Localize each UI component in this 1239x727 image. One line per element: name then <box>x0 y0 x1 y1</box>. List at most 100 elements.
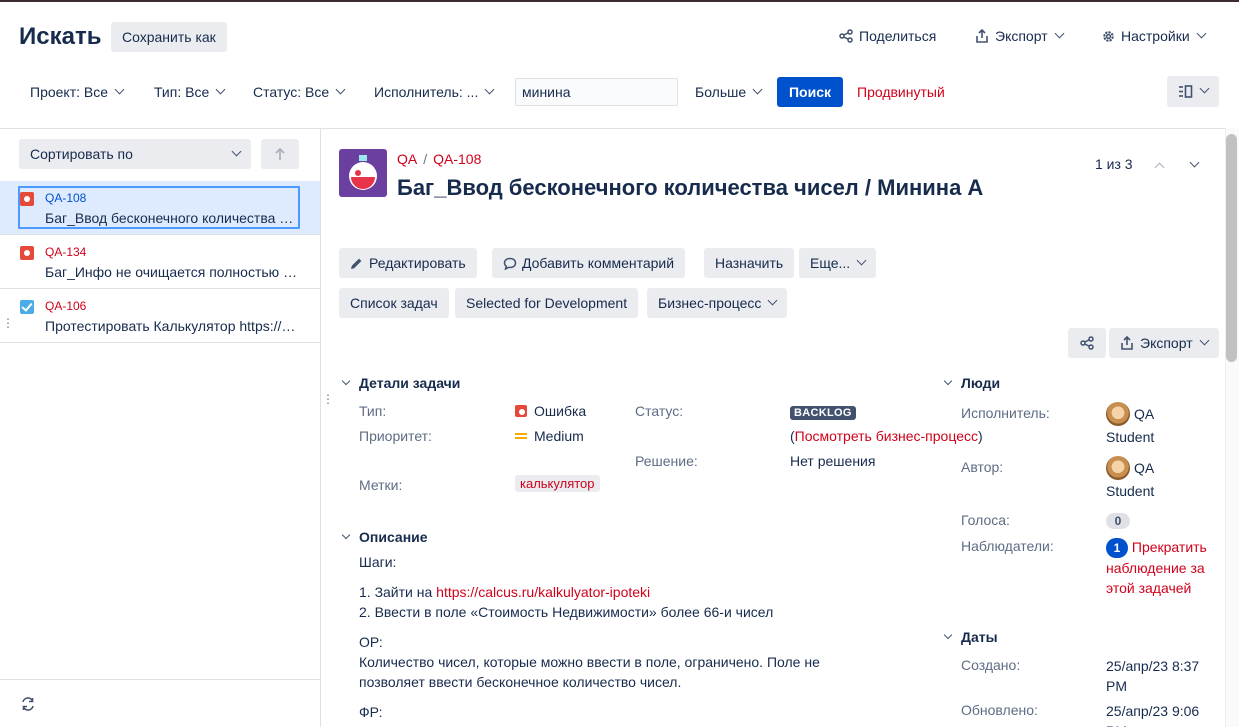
sidebar-footer-divider <box>0 679 320 680</box>
details-section-toggle[interactable]: Детали задачи <box>341 375 460 391</box>
dates-section-toggle[interactable]: Даты <box>943 629 998 645</box>
label-tag[interactable]: калькулятор <box>515 475 600 492</box>
priority-label: Приоритет: <box>359 428 432 444</box>
status-badge-text: BACKLOG <box>790 406 856 420</box>
description-step-2: 2. Ввести в поле «Стоимость Недвижимости… <box>359 604 774 620</box>
avatar <box>1106 402 1130 426</box>
drag-handle-icon[interactable]: ⋮ <box>2 317 14 329</box>
chevron-down-icon <box>341 530 351 540</box>
search-input[interactable]: минина <box>515 78 678 106</box>
prev-issue-button[interactable] <box>1154 156 1170 173</box>
labels-label: Метки: <box>359 477 403 493</box>
pager-text: 1 из 3 <box>1095 156 1133 172</box>
share-icon <box>839 29 853 43</box>
pencil-icon <box>351 258 362 269</box>
issue-key[interactable]: QA-108 <box>45 191 86 205</box>
chevron-down-icon <box>1196 28 1207 38</box>
chevron-down-icon <box>335 84 346 94</box>
assign-button[interactable]: Назначить <box>704 248 795 278</box>
created-value: 25/апр/23 8:37 PM <box>1106 658 1200 694</box>
filter-project-label: Проект: Все <box>30 84 109 100</box>
export-button[interactable]: Экспорт <box>975 28 1065 44</box>
chevron-down-icon <box>1199 83 1210 94</box>
bug-icon <box>20 192 34 206</box>
filter-type[interactable]: Тип: Все <box>154 77 226 107</box>
pane-divider[interactable] <box>320 128 321 727</box>
filter-status[interactable]: Статус: Все <box>253 77 346 107</box>
status-workflow-link[interactable]: (Посмотреть бизнес-процесс) <box>790 428 983 444</box>
chevron-down-icon <box>856 255 867 265</box>
step-1-prefix: 1. Зайти на <box>359 584 437 600</box>
chevron-down-icon <box>943 630 953 640</box>
chevron-down-icon <box>767 295 778 305</box>
filter-status-label: Статус: Все <box>253 84 330 100</box>
priority-value: Medium <box>515 428 584 444</box>
window-top-border <box>0 0 1239 2</box>
list-item[interactable]: QA-108 Баг_Ввод бесконечного количества … <box>0 181 320 235</box>
task-icon <box>20 300 34 314</box>
updated-label: Обновлено: <box>961 702 1038 718</box>
bug-icon <box>515 405 527 417</box>
issue-key[interactable]: QA-106 <box>45 299 86 313</box>
more-actions-label: Еще... <box>810 255 851 271</box>
scrollbar-thumb[interactable] <box>1226 134 1237 362</box>
description-section-title: Описание <box>359 529 428 545</box>
more-actions-button[interactable]: Еще... <box>799 248 877 278</box>
workflow-business-button[interactable]: Бизнес-процесс <box>647 288 788 318</box>
search-button[interactable]: Поиск <box>777 77 843 107</box>
breadcrumb-project[interactable]: QA <box>397 151 417 167</box>
workflow-selected-button[interactable]: Selected for Development <box>455 288 639 318</box>
watchers-count[interactable]: 1 <box>1106 538 1128 558</box>
dates-section-title: Даты <box>961 629 998 645</box>
description-section-toggle[interactable]: Описание <box>341 529 428 545</box>
list-item[interactable]: QA-134 Баг_Инфо не очищается полностью п… <box>0 235 320 289</box>
filter-project[interactable]: Проект: Все <box>30 77 125 107</box>
filter-assignee[interactable]: Исполнитель: ... <box>374 77 495 107</box>
next-issue-button[interactable] <box>1188 156 1202 170</box>
description-steps-label: Шаги: <box>359 554 397 570</box>
share-icon <box>1080 336 1094 350</box>
pane-resize-handle-icon[interactable]: ⋮ <box>322 392 334 406</box>
issue-share-button[interactable] <box>1068 328 1106 358</box>
chevron-down-icon <box>231 146 242 156</box>
header-divider <box>0 128 1239 129</box>
votes-count[interactable]: 0 <box>1106 512 1130 529</box>
issue-key[interactable]: QA-134 <box>45 245 86 259</box>
edit-label: Редактировать <box>369 255 466 271</box>
breadcrumb-issue-key[interactable]: QA-108 <box>433 151 481 167</box>
edit-button[interactable]: Редактировать <box>339 248 477 278</box>
layout-switcher-button[interactable] <box>1167 76 1219 107</box>
assignee-user[interactable]: QA Student <box>1106 402 1154 445</box>
author-name-line2: Student <box>1106 483 1155 499</box>
people-section-toggle[interactable]: Люди <box>943 375 1000 391</box>
chevron-down-icon <box>1189 157 1200 168</box>
assignee-label: Исполнитель: <box>961 405 1050 421</box>
list-item[interactable]: QA-106 Протестировать Калькулятор https:… <box>0 289 320 343</box>
type-label: Тип: <box>359 403 387 419</box>
issue-summary: Баг_Инфо не очищается полностью после на… <box>45 264 300 280</box>
add-comment-button[interactable]: Добавить комментарий <box>492 248 686 278</box>
votes-count-text: 0 <box>1106 513 1130 529</box>
share-button[interactable]: Поделиться <box>839 28 936 44</box>
expected-result-label: ОР: <box>359 634 383 650</box>
workflow-todo-button[interactable]: Список задач <box>339 288 449 318</box>
bug-icon <box>20 246 34 260</box>
refresh-button[interactable] <box>20 696 36 715</box>
export-icon <box>976 28 988 43</box>
description-step-1: 1. Зайти на https://calcus.ru/kalkulyato… <box>359 582 650 602</box>
sort-direction-button[interactable] <box>261 139 299 169</box>
step-1-link[interactable]: https://calcus.ru/kalkulyator-ipoteki <box>436 584 650 600</box>
settings-button[interactable]: Настройки <box>1101 28 1207 44</box>
type-value-text: Ошибка <box>534 403 587 419</box>
comment-icon <box>503 257 517 270</box>
author-user[interactable]: QA Student <box>1106 456 1154 499</box>
advanced-search-link[interactable]: Продвинутый <box>857 84 945 100</box>
breadcrumb-separator: / <box>423 151 428 167</box>
flask-icon <box>349 155 377 190</box>
sort-dropdown[interactable]: Сортировать по <box>19 139 251 169</box>
issue-summary: Баг_Ввод бесконечного количества чисел /… <box>45 210 300 226</box>
filter-more[interactable]: Больше <box>695 77 763 107</box>
save-as-button[interactable]: Сохранить как <box>111 22 227 52</box>
issue-export-button[interactable]: Экспорт <box>1109 328 1219 358</box>
view-workflow-link[interactable]: Посмотреть бизнес-процесс <box>795 428 978 444</box>
